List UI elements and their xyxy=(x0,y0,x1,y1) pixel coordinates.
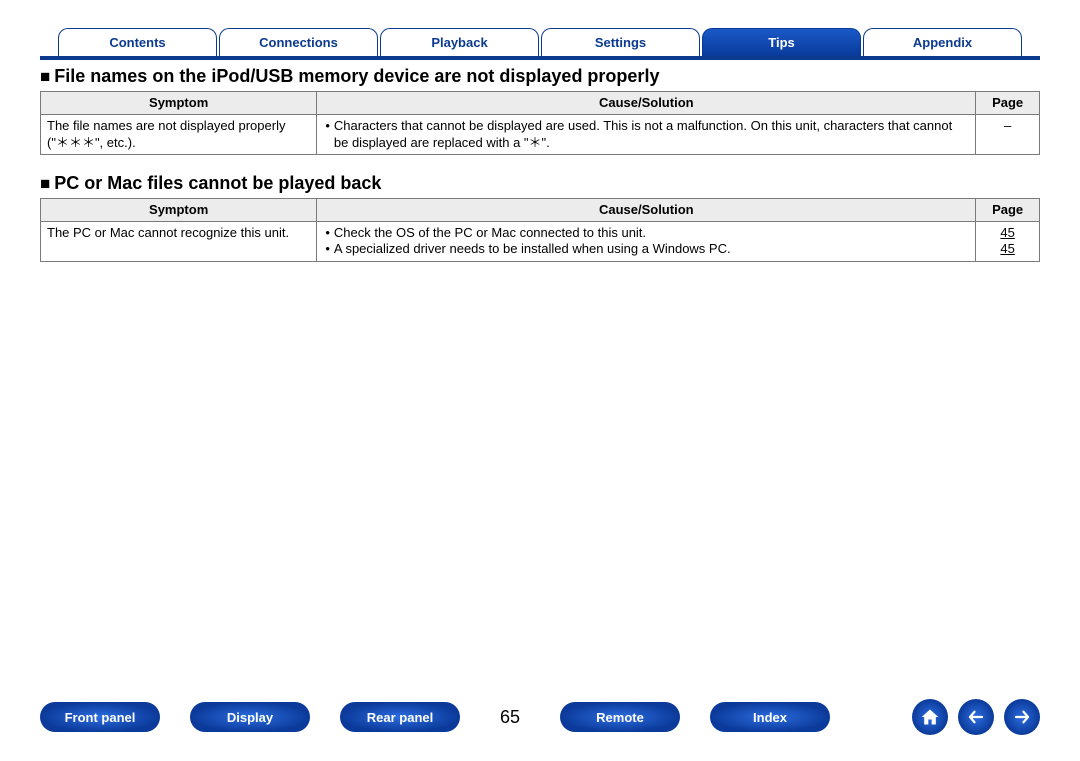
tab-label: Settings xyxy=(595,35,646,50)
tab-label: Tips xyxy=(768,35,795,50)
tab-connections[interactable]: Connections xyxy=(219,28,378,56)
table-row: The file names are not displayed properl… xyxy=(41,115,1040,155)
section-heading-2: ■PC or Mac files cannot be played back xyxy=(40,173,1040,194)
nav-rear-panel[interactable]: Rear panel xyxy=(340,702,460,732)
th-page: Page xyxy=(976,92,1040,115)
cell-symptom: The file names are not displayed properl… xyxy=(41,115,317,155)
th-symptom: Symptom xyxy=(41,198,317,221)
section-title: File names on the iPod/USB memory device… xyxy=(54,66,659,86)
th-cause: Cause/Solution xyxy=(317,92,976,115)
trouble-table-2: Symptom Cause/Solution Page The PC or Ma… xyxy=(40,198,1040,262)
tab-contents[interactable]: Contents xyxy=(58,28,217,56)
bottom-nav: Front panel Display Rear panel 65 Remote… xyxy=(0,699,1080,735)
tab-underline xyxy=(40,56,1040,60)
nav-display[interactable]: Display xyxy=(190,702,310,732)
pill-label: Rear panel xyxy=(367,710,433,725)
cell-page: – xyxy=(976,115,1040,155)
pill-label: Display xyxy=(227,710,273,725)
arrow-left-icon xyxy=(967,708,985,726)
section-title: PC or Mac files cannot be played back xyxy=(54,173,381,193)
home-button[interactable] xyxy=(912,699,948,735)
page-ref-link[interactable]: 45 xyxy=(1000,225,1014,240)
square-bullet-icon: ■ xyxy=(40,67,50,86)
tab-label: Appendix xyxy=(913,35,972,50)
cell-symptom: The PC or Mac cannot recognize this unit… xyxy=(41,222,317,262)
page-number: 65 xyxy=(490,707,530,728)
cell-page: 45 45 xyxy=(976,222,1040,262)
pill-label: Index xyxy=(753,710,787,725)
bottom-nav-left: Front panel Display Rear panel 65 Remote… xyxy=(40,702,830,732)
page-ref: – xyxy=(1004,118,1011,133)
cell-cause: Check the OS of the PC or Mac connected … xyxy=(317,222,976,262)
cell-cause: Characters that cannot be displayed are … xyxy=(317,115,976,155)
cause-text: Characters that cannot be displayed are … xyxy=(334,118,969,151)
pill-label: Front panel xyxy=(65,710,136,725)
top-tabs: Contents Connections Playback Settings T… xyxy=(58,28,1022,56)
home-icon xyxy=(920,707,940,727)
trouble-table-1: Symptom Cause/Solution Page The file nam… xyxy=(40,91,1040,155)
bottom-nav-right xyxy=(912,699,1040,735)
th-cause: Cause/Solution xyxy=(317,198,976,221)
table-row: The PC or Mac cannot recognize this unit… xyxy=(41,222,1040,262)
th-symptom: Symptom xyxy=(41,92,317,115)
arrow-right-icon xyxy=(1013,708,1031,726)
prev-page-button[interactable] xyxy=(958,699,994,735)
nav-remote[interactable]: Remote xyxy=(560,702,680,732)
section-heading-1: ■File names on the iPod/USB memory devic… xyxy=(40,66,1040,87)
tab-appendix[interactable]: Appendix xyxy=(863,28,1022,56)
next-page-button[interactable] xyxy=(1004,699,1040,735)
th-page: Page xyxy=(976,198,1040,221)
pill-label: Remote xyxy=(596,710,644,725)
tab-settings[interactable]: Settings xyxy=(541,28,700,56)
tab-tips[interactable]: Tips xyxy=(702,28,861,56)
nav-front-panel[interactable]: Front panel xyxy=(40,702,160,732)
page-ref-link[interactable]: 45 xyxy=(1000,241,1014,256)
tab-label: Connections xyxy=(259,35,338,50)
nav-index[interactable]: Index xyxy=(710,702,830,732)
tab-label: Contents xyxy=(109,35,165,50)
tab-playback[interactable]: Playback xyxy=(380,28,539,56)
tab-label: Playback xyxy=(431,35,487,50)
square-bullet-icon: ■ xyxy=(40,174,50,193)
cause-text: A specialized driver needs to be install… xyxy=(334,241,731,257)
cause-text: Check the OS of the PC or Mac connected … xyxy=(334,225,646,241)
